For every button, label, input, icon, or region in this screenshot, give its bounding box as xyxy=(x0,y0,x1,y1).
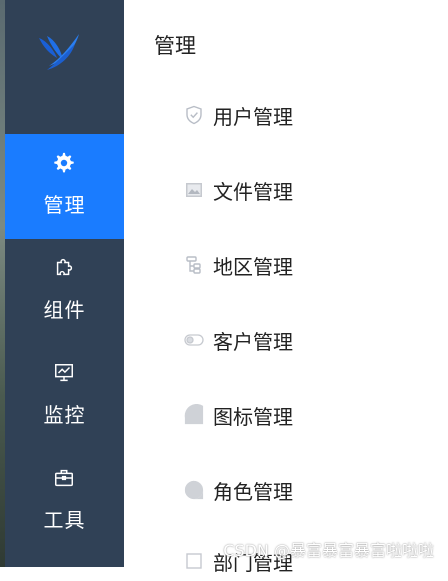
monitor-icon xyxy=(55,364,73,382)
menu-item-users[interactable]: 用户管理 xyxy=(184,95,434,135)
menu-item-label: 地区管理 xyxy=(213,254,293,279)
toggle-icon xyxy=(184,330,204,350)
menu-item-label: 用户管理 xyxy=(213,104,293,129)
menu-item-customers[interactable]: 客户管理 xyxy=(184,320,434,360)
menu-item-files[interactable]: 文件管理 xyxy=(184,170,434,210)
circle-icon xyxy=(184,480,204,500)
menu-item-label: 图标管理 xyxy=(213,404,293,429)
menu-item-icons[interactable]: 图标管理 xyxy=(184,395,434,435)
puzzle-icon xyxy=(56,258,73,276)
image-icon xyxy=(184,180,204,200)
sidebar-item-label: 管理 xyxy=(43,193,86,217)
quarter-circle-icon xyxy=(184,404,204,425)
submenu-title: 管理 xyxy=(154,34,196,58)
toolbox-icon xyxy=(55,469,73,487)
menu-item-label: 文件管理 xyxy=(213,179,293,204)
sidebar-item-manage[interactable]: 管理 xyxy=(5,134,124,239)
menu-item-label: 客户管理 xyxy=(213,329,293,354)
sidebar-item-label: 组件 xyxy=(43,298,86,322)
sidebar-item-label: 工具 xyxy=(43,508,86,532)
sidebar: 管理 组件 监控 工具 xyxy=(5,0,124,567)
sidebar-item-label: 监控 xyxy=(43,403,86,427)
menu-item-label: 角色管理 xyxy=(213,479,293,504)
shield-icon xyxy=(184,105,204,125)
menu-item-regions[interactable]: 地区管理 xyxy=(184,245,434,285)
tree-icon xyxy=(184,255,204,275)
sidebar-item-tools[interactable]: 工具 xyxy=(5,449,124,554)
submenu-panel: 管理 用户管理 文件管理 地区管理 客户管理 图标管理 角色管理 部门管理 xyxy=(124,0,448,575)
sidebar-item-components[interactable]: 组件 xyxy=(5,239,124,344)
gear-icon xyxy=(54,152,74,173)
menu-item-roles[interactable]: 角色管理 xyxy=(184,470,434,510)
logo-icon xyxy=(39,34,79,70)
watermark: CSDN @暴富暴富暴富啦啦啦 xyxy=(223,541,434,560)
dept-icon xyxy=(184,551,204,571)
sidebar-item-monitor[interactable]: 监控 xyxy=(5,344,124,449)
